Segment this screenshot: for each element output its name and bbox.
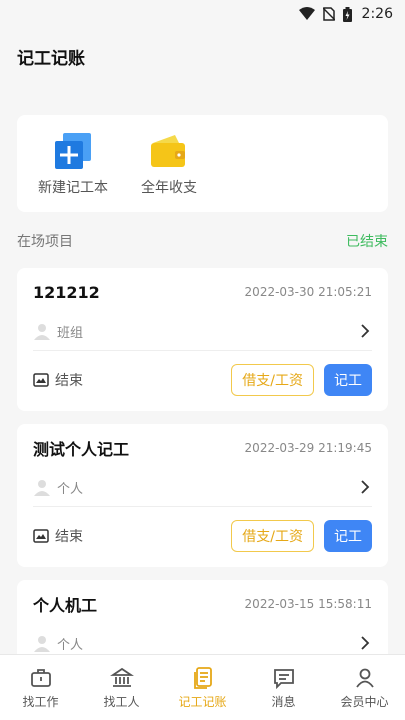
nav-label: 找工人 <box>103 694 140 709</box>
bank-icon <box>109 667 134 687</box>
person-icon <box>34 636 50 652</box>
project-name: 个人机工 <box>33 596 98 615</box>
project-group-label: 班组 <box>57 325 84 341</box>
nav-messages[interactable]: 消息 <box>243 655 324 720</box>
borrow-wage-button[interactable]: 借支/工资 <box>231 364 314 396</box>
header: 记工记账 <box>0 28 405 84</box>
nav-find-job[interactable]: 找工作 <box>0 655 81 720</box>
annual-income-button[interactable]: 全年收支 <box>129 131 209 197</box>
project-time: 2022-03-30 21:05:21 <box>244 285 372 299</box>
end-label: 结束 <box>55 373 83 389</box>
record-work-button[interactable]: 记工 <box>324 364 372 396</box>
section-header: 在场项目 已结束 <box>17 230 388 252</box>
project-group-row[interactable]: 个人 <box>17 468 388 506</box>
borrow-wage-button[interactable]: 借支/工资 <box>231 520 314 552</box>
annual-income-label: 全年收支 <box>141 179 197 196</box>
project-group-label: 个人 <box>57 481 84 497</box>
ended-projects-link[interactable]: 已结束 <box>346 231 388 251</box>
quick-actions-card: 新建记工本 全年收支 <box>17 115 388 212</box>
no-sim-icon <box>322 7 335 21</box>
record-work-button[interactable]: 记工 <box>324 520 372 552</box>
add-book-icon <box>55 132 91 169</box>
ledger-icon <box>193 666 212 689</box>
end-icon <box>33 529 49 543</box>
wifi-icon <box>298 7 315 21</box>
status-bar: 2:26 <box>0 0 405 28</box>
project-name: 121212 <box>33 282 100 302</box>
nav-member-center[interactable]: 会员中心 <box>324 655 405 720</box>
person-icon <box>34 324 50 340</box>
project-time: 2022-03-29 21:19:45 <box>244 441 372 455</box>
end-label: 结束 <box>55 529 83 545</box>
nav-ledger[interactable]: 记工记账 <box>162 655 243 720</box>
project-time: 2022-03-15 15:58:11 <box>244 597 372 611</box>
chevron-right-icon <box>361 636 370 650</box>
project-name: 测试个人记工 <box>33 440 130 459</box>
chevron-right-icon <box>361 324 370 338</box>
nav-label: 会员中心 <box>340 694 389 709</box>
project-group-row[interactable]: 班组 <box>17 312 388 350</box>
nav-find-worker[interactable]: 找工人 <box>81 655 162 720</box>
project-card[interactable]: 121212 2022-03-30 21:05:21 班组 结束 借支/工资 记… <box>17 268 388 411</box>
nav-label: 找工作 <box>22 694 59 709</box>
new-ledger-button[interactable]: 新建记工本 <box>33 131 113 197</box>
project-card[interactable]: 测试个人记工 2022-03-29 21:19:45 个人 结束 借支/工资 记… <box>17 424 388 567</box>
end-project-button[interactable]: 结束 <box>33 370 231 390</box>
end-project-button[interactable]: 结束 <box>33 526 231 546</box>
bottom-nav: 找工作 找工人 记工记账 消息 会员中心 <box>0 654 405 720</box>
page-title: 记工记账 <box>17 48 85 69</box>
status-time: 2:26 <box>361 6 393 22</box>
message-icon <box>273 668 294 689</box>
wallet-icon <box>151 134 185 167</box>
chevron-right-icon <box>361 480 370 494</box>
new-ledger-label: 新建记工本 <box>38 179 108 196</box>
project-group-label: 个人 <box>57 637 84 653</box>
user-icon <box>355 668 374 688</box>
nav-label: 记工记账 <box>178 694 227 709</box>
person-icon <box>34 480 50 496</box>
project-card[interactable]: 个人机工 2022-03-15 15:58:11 个人 <box>17 580 388 660</box>
nav-label: 消息 <box>271 694 296 709</box>
section-label: 在场项目 <box>17 234 73 250</box>
end-icon <box>33 373 49 387</box>
battery-icon <box>342 6 352 22</box>
briefcase-icon <box>30 668 51 687</box>
